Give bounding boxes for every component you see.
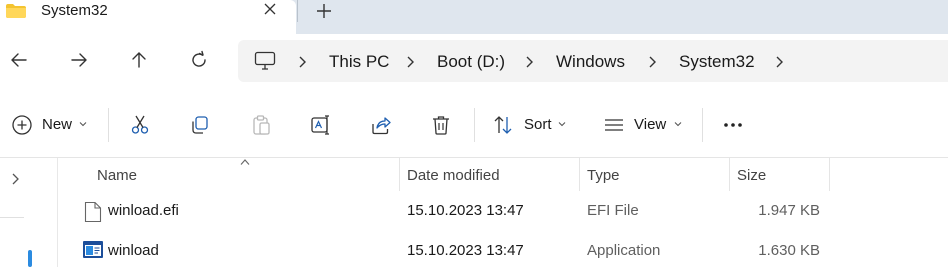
file-size: 1.630 KB <box>758 242 820 259</box>
column-header-row: Name Date modified Type Size <box>58 158 948 191</box>
sort-button[interactable]: Sort <box>524 116 552 134</box>
breadcrumb-system32[interactable]: System32 <box>679 52 755 72</box>
file-type: Application <box>587 242 661 259</box>
plus-circle-icon[interactable] <box>11 114 33 136</box>
delete-icon[interactable] <box>430 114 452 136</box>
column-type[interactable]: Type <box>587 167 620 185</box>
paste-icon <box>253 115 270 135</box>
column-date-modified[interactable]: Date modified <box>407 167 500 185</box>
tab-title: System32 <box>41 2 108 19</box>
toolbar-divider <box>108 108 109 142</box>
toolbar-divider <box>474 108 475 142</box>
file-name: winload <box>108 242 159 259</box>
breadcrumb-windows[interactable]: Windows <box>556 52 625 72</box>
more-icon[interactable] <box>722 114 744 136</box>
close-icon[interactable] <box>260 0 280 20</box>
column-name[interactable]: Name <box>97 167 137 185</box>
file-date: 15.10.2023 13:47 <box>407 202 524 219</box>
view-button[interactable]: View <box>634 116 666 134</box>
arrow-up-icon[interactable] <box>127 48 151 72</box>
copy-icon[interactable] <box>189 114 211 136</box>
plus-icon[interactable] <box>314 1 334 21</box>
cut-icon[interactable] <box>129 114 151 136</box>
tab-divider <box>297 0 298 22</box>
address-bar[interactable]: This PC Boot (D:) Windows System32 <box>238 40 948 82</box>
column-divider[interactable] <box>579 158 580 191</box>
arrow-left-icon[interactable] <box>7 48 31 72</box>
chevron-right-icon[interactable] <box>10 172 20 186</box>
chevron-down-icon[interactable] <box>558 121 566 127</box>
share-icon[interactable] <box>370 114 392 136</box>
chevron-up-icon <box>240 159 250 165</box>
sort-icon[interactable] <box>492 114 514 136</box>
view-icon[interactable] <box>603 114 625 136</box>
chevron-right-icon[interactable] <box>647 55 657 69</box>
new-button[interactable]: New <box>42 116 72 134</box>
navigation-bar: This PC Boot (D:) Windows System32 <box>0 34 948 88</box>
application-icon <box>83 241 103 258</box>
command-bar: New Sort View <box>0 88 948 158</box>
breadcrumb-boot-drive[interactable]: Boot (D:) <box>437 52 505 72</box>
file-name: winload.efi <box>108 202 179 219</box>
file-size: 1.947 KB <box>758 202 820 219</box>
tab-bar: System32 <box>0 0 948 34</box>
selection-indicator <box>28 250 32 267</box>
pane-divider <box>0 217 24 218</box>
chevron-right-icon[interactable] <box>774 55 784 69</box>
toolbar-divider <box>702 108 703 142</box>
column-divider[interactable] <box>399 158 400 191</box>
table-row[interactable]: winload 15.10.2023 13:47 Application 1.6… <box>58 231 948 267</box>
column-divider[interactable] <box>729 158 730 191</box>
chevron-right-icon[interactable] <box>524 55 534 69</box>
file-date: 15.10.2023 13:47 <box>407 242 524 259</box>
breadcrumb-this-pc[interactable]: This PC <box>329 52 389 72</box>
folder-icon <box>6 4 26 18</box>
file-type: EFI File <box>587 202 639 219</box>
chevron-down-icon[interactable] <box>79 121 87 127</box>
monitor-icon <box>254 51 276 70</box>
navigation-pane <box>0 158 32 267</box>
column-divider[interactable] <box>829 158 830 191</box>
tab-system32[interactable]: System32 <box>0 0 296 34</box>
rename-icon[interactable] <box>310 114 332 136</box>
table-row[interactable]: winload.efi 15.10.2023 13:47 EFI File 1.… <box>58 191 948 229</box>
chevron-down-icon[interactable] <box>674 121 682 127</box>
arrow-right-icon[interactable] <box>67 48 91 72</box>
column-size[interactable]: Size <box>737 167 766 185</box>
chevron-right-icon[interactable] <box>405 55 415 69</box>
refresh-icon[interactable] <box>187 48 211 72</box>
file-icon <box>84 201 102 223</box>
chevron-right-icon[interactable] <box>297 55 307 69</box>
